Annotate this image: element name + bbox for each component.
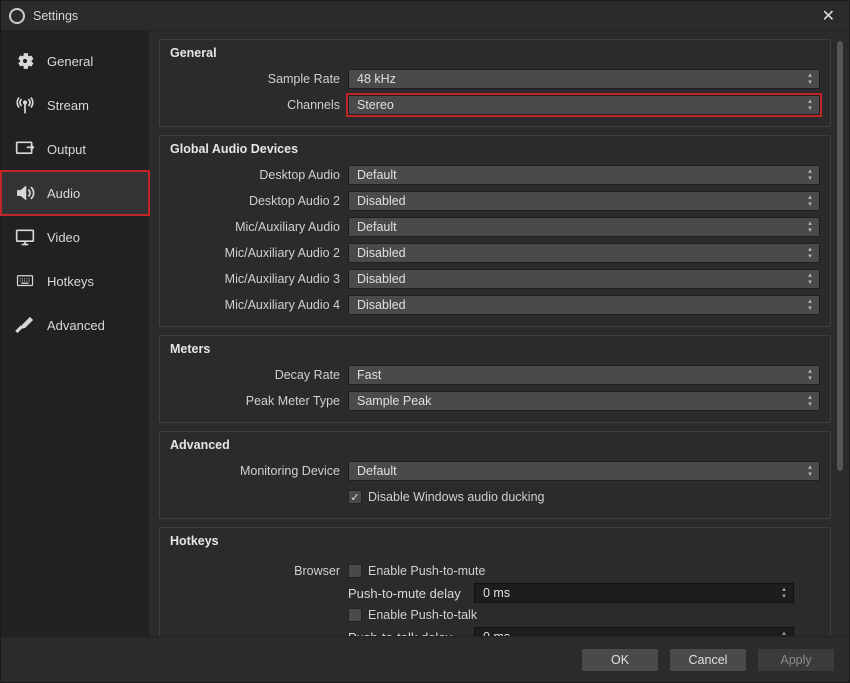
group-global-audio: Global Audio Devices Desktop Audio Defau… — [159, 135, 831, 327]
settings-window: Settings ✕ General Stream Output — [0, 0, 850, 683]
spinner-icon: ▴▾ — [803, 166, 817, 184]
cancel-button[interactable]: Cancel — [669, 648, 747, 672]
spinner-icon: ▴▾ — [803, 392, 817, 410]
obs-icon — [9, 8, 25, 24]
speaker-icon — [13, 183, 37, 203]
tools-icon — [13, 315, 37, 335]
monitoring-device-label: Monitoring Device — [170, 464, 342, 478]
spinner-icon: ▴▾ — [803, 244, 817, 262]
channels-value: Stereo — [357, 98, 394, 112]
mic1-select[interactable]: Default▴▾ — [348, 217, 820, 237]
disable-ducking-label: Disable Windows audio ducking — [368, 490, 544, 504]
group-hotkeys: Hotkeys Browser Enable Push-to-mute Push… — [159, 527, 831, 636]
spinner-icon: ▴▾ — [803, 70, 817, 88]
channels-select[interactable]: Stereo ▴▾ — [348, 95, 820, 115]
output-icon — [13, 139, 37, 159]
sidebar-item-label: Audio — [47, 186, 80, 201]
monitor-icon — [13, 227, 37, 247]
desktop-audio2-label: Desktop Audio 2 — [170, 194, 342, 208]
checkbox-icon — [348, 564, 362, 578]
mic3-select[interactable]: Disabled▴▾ — [348, 269, 820, 289]
mic4-select[interactable]: Disabled▴▾ — [348, 295, 820, 315]
spinner-icon: ▴▾ — [803, 366, 817, 384]
mic4-label: Mic/Auxiliary Audio 4 — [170, 298, 342, 312]
mic3-label: Mic/Auxiliary Audio 3 — [170, 272, 342, 286]
spinner-icon: ▴▾ — [803, 192, 817, 210]
antenna-icon — [13, 95, 37, 115]
mic2-label: Mic/Auxiliary Audio 2 — [170, 246, 342, 260]
spinner-icon: ▴▾ — [803, 296, 817, 314]
spinner-icon: ▴▾ — [777, 584, 791, 602]
body-area: General Stream Output Audio — [1, 31, 849, 636]
group-title-general: General — [170, 46, 820, 60]
channels-label: Channels — [170, 98, 342, 112]
sidebar-item-label: Output — [47, 142, 86, 157]
group-meters: Meters Decay Rate Fast▴▾ Peak Meter Type… — [159, 335, 831, 423]
monitoring-device-select[interactable]: Default▴▾ — [348, 461, 820, 481]
content-pane: General Sample Rate 48 kHz ▴▾ Channels S… — [149, 31, 849, 636]
mic2-select[interactable]: Disabled▴▾ — [348, 243, 820, 263]
window-title: Settings — [33, 9, 78, 23]
sidebar-item-label: Video — [47, 230, 80, 245]
sidebar: General Stream Output Audio — [1, 31, 149, 636]
group-title-advanced: Advanced — [170, 438, 820, 452]
decay-rate-select[interactable]: Fast▴▾ — [348, 365, 820, 385]
sample-rate-label: Sample Rate — [170, 72, 342, 86]
spinner-icon: ▴▾ — [803, 462, 817, 480]
group-advanced: Advanced Monitoring Device Default▴▾ ✓ D… — [159, 431, 831, 519]
ptm-delay-input[interactable]: 0 ms ▴▾ — [474, 583, 794, 603]
sidebar-item-output[interactable]: Output — [1, 127, 149, 171]
push-to-mute-check[interactable]: Enable Push-to-mute — [348, 560, 485, 582]
apply-button: Apply — [757, 648, 835, 672]
scrollbar[interactable] — [837, 41, 843, 471]
sidebar-item-label: Stream — [47, 98, 89, 113]
peak-meter-label: Peak Meter Type — [170, 394, 342, 408]
group-general: General Sample Rate 48 kHz ▴▾ Channels S… — [159, 39, 831, 127]
close-button[interactable]: ✕ — [816, 6, 841, 26]
ok-button[interactable]: OK — [581, 648, 659, 672]
spinner-icon: ▴▾ — [803, 218, 817, 236]
gear-icon — [13, 51, 37, 71]
sidebar-item-stream[interactable]: Stream — [1, 83, 149, 127]
titlebar: Settings ✕ — [1, 1, 849, 31]
group-title-hotkeys: Hotkeys — [170, 534, 820, 548]
sidebar-item-general[interactable]: General — [1, 39, 149, 83]
sidebar-item-label: Advanced — [47, 318, 105, 333]
sample-rate-value: 48 kHz — [357, 72, 396, 86]
spinner-icon: ▴▾ — [803, 270, 817, 288]
peak-meter-select[interactable]: Sample Peak▴▾ — [348, 391, 820, 411]
desktop-audio-label: Desktop Audio — [170, 168, 342, 182]
sidebar-item-hotkeys[interactable]: Hotkeys — [1, 259, 149, 303]
ptm-delay-label: Push-to-mute delay — [348, 586, 468, 601]
sidebar-item-video[interactable]: Video — [1, 215, 149, 259]
sample-rate-select[interactable]: 48 kHz ▴▾ — [348, 69, 820, 89]
footer: OK Cancel Apply — [1, 636, 849, 682]
group-title-global-audio: Global Audio Devices — [170, 142, 820, 156]
push-to-talk-label: Enable Push-to-talk — [368, 608, 477, 622]
sidebar-item-audio[interactable]: Audio — [1, 171, 149, 215]
group-title-meters: Meters — [170, 342, 820, 356]
mic1-label: Mic/Auxiliary Audio — [170, 220, 342, 234]
sidebar-item-label: General — [47, 54, 93, 69]
spinner-icon: ▴▾ — [803, 96, 817, 114]
sidebar-item-advanced[interactable]: Advanced — [1, 303, 149, 347]
desktop-audio2-select[interactable]: Disabled▴▾ — [348, 191, 820, 211]
ptt-delay-input[interactable]: 0 ms ▴▾ — [474, 627, 794, 636]
checkbox-checked-icon: ✓ — [348, 490, 362, 504]
spinner-icon: ▴▾ — [777, 628, 791, 636]
disable-ducking-check[interactable]: ✓ Disable Windows audio ducking — [348, 486, 544, 508]
push-to-talk-check[interactable]: Enable Push-to-talk — [348, 604, 477, 626]
checkbox-icon — [348, 608, 362, 622]
browser-label: Browser — [170, 564, 342, 578]
decay-rate-label: Decay Rate — [170, 368, 342, 382]
keyboard-icon — [13, 271, 37, 291]
desktop-audio-select[interactable]: Default▴▾ — [348, 165, 820, 185]
push-to-mute-label: Enable Push-to-mute — [368, 564, 485, 578]
sidebar-item-label: Hotkeys — [47, 274, 94, 289]
